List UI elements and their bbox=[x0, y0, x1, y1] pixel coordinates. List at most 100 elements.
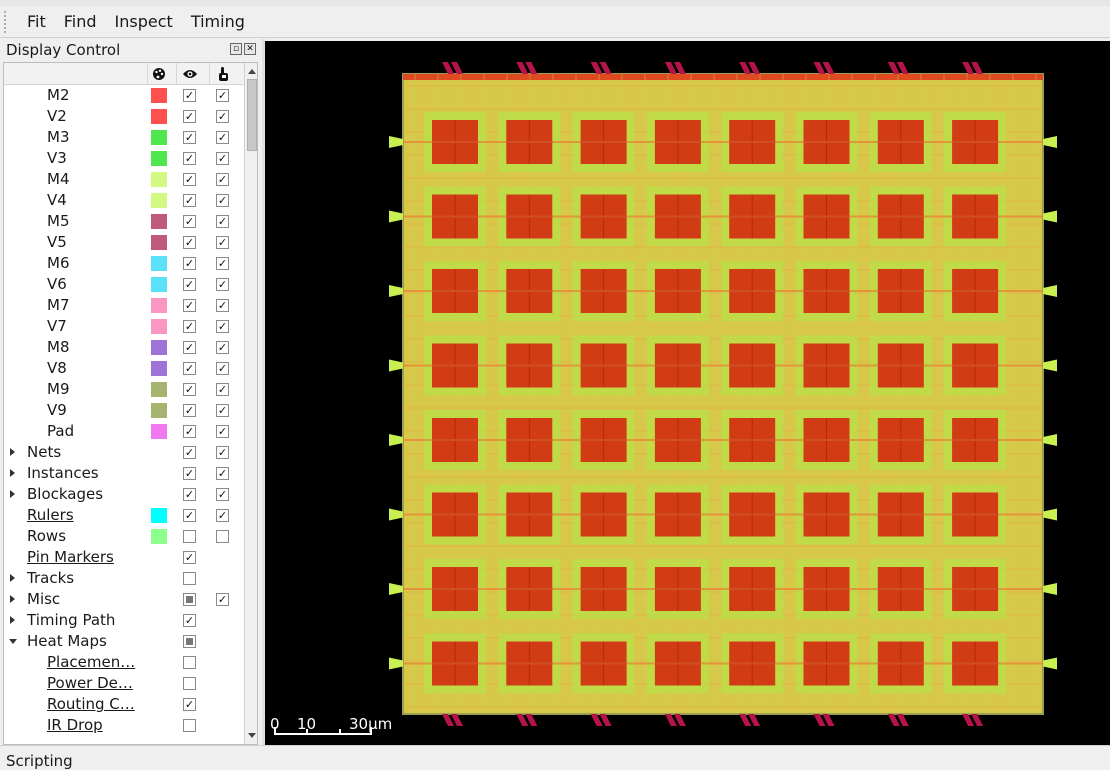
visible-checkbox[interactable] bbox=[183, 677, 196, 690]
selectable-checkbox[interactable]: ✓ bbox=[216, 173, 229, 186]
visible-checkbox[interactable]: ✓ bbox=[183, 446, 196, 459]
tree-row-timing-path[interactable]: Timing Path ✓ bbox=[4, 610, 244, 631]
color-swatch[interactable] bbox=[151, 88, 167, 103]
selectable-checkbox[interactable]: ✓ bbox=[216, 257, 229, 270]
selectable-checkbox[interactable]: ✓ bbox=[216, 467, 229, 480]
tree-row-instances[interactable]: Instances ✓ ✓ bbox=[4, 463, 244, 484]
tree-row-m6[interactable]: M6 ✓ ✓ bbox=[4, 253, 244, 274]
color-swatch[interactable] bbox=[151, 256, 167, 271]
float-icon[interactable]: ▫ bbox=[230, 43, 242, 55]
tree-row-pin-markers[interactable]: Pin Markers ✓ bbox=[4, 547, 244, 568]
tree-row-blockages[interactable]: Blockages ✓ ✓ bbox=[4, 484, 244, 505]
color-swatch[interactable] bbox=[151, 319, 167, 334]
tree-row-v7[interactable]: V7 ✓ ✓ bbox=[4, 316, 244, 337]
visible-checkbox[interactable]: ✓ bbox=[183, 278, 196, 291]
selectable-checkbox[interactable] bbox=[216, 530, 229, 543]
color-swatch[interactable] bbox=[151, 403, 167, 418]
visible-checkbox[interactable]: ✓ bbox=[183, 236, 196, 249]
visible-checkbox[interactable]: ✓ bbox=[183, 551, 196, 564]
tree-row-v6[interactable]: V6 ✓ ✓ bbox=[4, 274, 244, 295]
visible-checkbox[interactable]: ✓ bbox=[183, 320, 196, 333]
selectable-checkbox[interactable]: ✓ bbox=[216, 215, 229, 228]
tree-row-v5[interactable]: V5 ✓ ✓ bbox=[4, 232, 244, 253]
selectable-checkbox[interactable]: ✓ bbox=[216, 362, 229, 375]
menu-fit[interactable]: Fit bbox=[18, 6, 55, 38]
selectable-checkbox[interactable]: ✓ bbox=[216, 236, 229, 249]
visible-checkbox[interactable] bbox=[183, 593, 196, 606]
tree-row-heat-maps[interactable]: Heat Maps bbox=[4, 631, 244, 652]
tree-row-m8[interactable]: M8 ✓ ✓ bbox=[4, 337, 244, 358]
selectable-checkbox[interactable]: ✓ bbox=[216, 488, 229, 501]
visible-checkbox[interactable] bbox=[183, 719, 196, 732]
visible-checkbox[interactable]: ✓ bbox=[183, 173, 196, 186]
selectable-checkbox[interactable]: ✓ bbox=[216, 110, 229, 123]
visible-checkbox[interactable]: ✓ bbox=[183, 698, 196, 711]
tree-row-routing-c[interactable]: Routing C… ✓ bbox=[4, 694, 244, 715]
tree-row-v4[interactable]: V4 ✓ ✓ bbox=[4, 190, 244, 211]
tree-row-pad[interactable]: Pad ✓ ✓ bbox=[4, 421, 244, 442]
scroll-up-arrow-icon[interactable] bbox=[248, 69, 256, 74]
color-swatch[interactable] bbox=[151, 151, 167, 166]
layout-viewer[interactable]: 0 10 30μm bbox=[265, 41, 1110, 745]
scroll-down-arrow-icon[interactable] bbox=[248, 733, 256, 738]
tree-row-placemen[interactable]: Placemen… bbox=[4, 652, 244, 673]
visible-checkbox[interactable]: ✓ bbox=[183, 131, 196, 144]
expand-right-arrow-icon[interactable] bbox=[10, 448, 15, 456]
tree-row-misc[interactable]: Misc ✓ bbox=[4, 589, 244, 610]
expand-down-arrow-icon[interactable] bbox=[9, 639, 17, 644]
expand-right-arrow-icon[interactable] bbox=[10, 574, 15, 582]
selectable-checkbox[interactable]: ✓ bbox=[216, 341, 229, 354]
visible-checkbox[interactable]: ✓ bbox=[183, 614, 196, 627]
selectable-checkbox[interactable]: ✓ bbox=[216, 383, 229, 396]
visible-checkbox[interactable]: ✓ bbox=[183, 215, 196, 228]
tree-row-ir-drop[interactable]: IR Drop bbox=[4, 715, 244, 736]
tree-row-nets[interactable]: Nets ✓ ✓ bbox=[4, 442, 244, 463]
visible-checkbox[interactable]: ✓ bbox=[183, 488, 196, 501]
color-swatch[interactable] bbox=[151, 109, 167, 124]
chip-layout[interactable] bbox=[265, 41, 1110, 745]
expand-right-arrow-icon[interactable] bbox=[10, 490, 15, 498]
tree-row-power-de[interactable]: Power De… bbox=[4, 673, 244, 694]
selectable-checkbox[interactable]: ✓ bbox=[216, 509, 229, 522]
visible-checkbox[interactable]: ✓ bbox=[183, 341, 196, 354]
selectable-checkbox[interactable]: ✓ bbox=[216, 152, 229, 165]
expand-right-arrow-icon[interactable] bbox=[10, 469, 15, 477]
tree-row-m7[interactable]: M7 ✓ ✓ bbox=[4, 295, 244, 316]
menu-inspect[interactable]: Inspect bbox=[106, 6, 182, 38]
visible-checkbox[interactable]: ✓ bbox=[183, 362, 196, 375]
visible-checkbox[interactable] bbox=[183, 656, 196, 669]
tree-row-m4[interactable]: M4 ✓ ✓ bbox=[4, 169, 244, 190]
visible-checkbox[interactable] bbox=[183, 635, 196, 648]
selectable-checkbox[interactable]: ✓ bbox=[216, 278, 229, 291]
toolbar-grip[interactable] bbox=[4, 10, 18, 33]
color-swatch[interactable] bbox=[151, 235, 167, 250]
expand-right-arrow-icon[interactable] bbox=[10, 616, 15, 624]
selectable-checkbox[interactable]: ✓ bbox=[216, 404, 229, 417]
scroll-thumb[interactable] bbox=[247, 79, 257, 151]
tree-row-v3[interactable]: V3 ✓ ✓ bbox=[4, 148, 244, 169]
visible-checkbox[interactable]: ✓ bbox=[183, 152, 196, 165]
color-swatch[interactable] bbox=[151, 298, 167, 313]
selectable-checkbox[interactable]: ✓ bbox=[216, 593, 229, 606]
color-swatch[interactable] bbox=[151, 361, 167, 376]
close-icon[interactable]: ✕ bbox=[244, 43, 256, 55]
expand-right-arrow-icon[interactable] bbox=[10, 595, 15, 603]
visible-checkbox[interactable]: ✓ bbox=[183, 425, 196, 438]
tree-row-rows[interactable]: Rows bbox=[4, 526, 244, 547]
selectable-checkbox[interactable]: ✓ bbox=[216, 131, 229, 144]
color-swatch[interactable] bbox=[151, 172, 167, 187]
visible-checkbox[interactable]: ✓ bbox=[183, 404, 196, 417]
tree-row-v9[interactable]: V9 ✓ ✓ bbox=[4, 400, 244, 421]
color-swatch[interactable] bbox=[151, 193, 167, 208]
selectable-checkbox[interactable]: ✓ bbox=[216, 320, 229, 333]
selectable-checkbox[interactable]: ✓ bbox=[216, 299, 229, 312]
tree-row-m3[interactable]: M3 ✓ ✓ bbox=[4, 127, 244, 148]
color-swatch[interactable] bbox=[151, 424, 167, 439]
color-swatch[interactable] bbox=[151, 382, 167, 397]
color-swatch[interactable] bbox=[151, 130, 167, 145]
visible-checkbox[interactable]: ✓ bbox=[183, 509, 196, 522]
selectable-checkbox[interactable]: ✓ bbox=[216, 89, 229, 102]
visible-checkbox[interactable] bbox=[183, 530, 196, 543]
visible-checkbox[interactable]: ✓ bbox=[183, 257, 196, 270]
color-swatch[interactable] bbox=[151, 508, 167, 523]
